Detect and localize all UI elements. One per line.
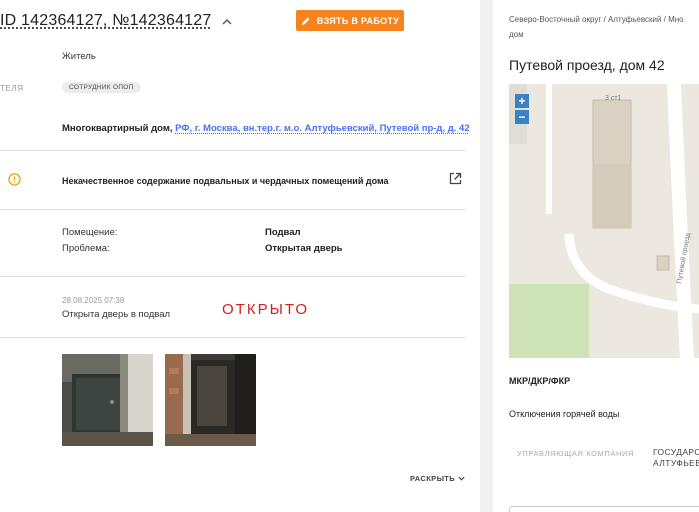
mkr-label: МКР/ДКР/ФКР (509, 376, 571, 386)
divider (0, 150, 466, 151)
detail-value-room: Подвал (265, 227, 301, 238)
photo-thumbnail-2[interactable] (165, 354, 256, 446)
category-text: Некачественное содержание подвальных и ч… (62, 176, 389, 186)
take-to-work-button[interactable]: ВЗЯТЬ В РАБОТУ (296, 10, 404, 31)
appeal-card: ID 142364127, №142364127 ВЗЯТЬ В РАБОТУ … (0, 0, 480, 512)
pencil-icon (301, 17, 310, 25)
expand-button[interactable]: РАСКРЫТЬ (410, 474, 465, 483)
panel-input-box[interactable] (509, 506, 699, 512)
detail-label-room: Помещение: (62, 227, 118, 238)
management-company-label: УПРАВЛЯЮЩАЯ КОМПАНИЯ (517, 449, 635, 458)
object-address: Многоквартирный дом, РФ, г. Москва, вн.т… (62, 123, 470, 134)
zoom-in-button[interactable]: + (515, 94, 529, 108)
applicant-badge: СОТРУДНИК ОПОП (62, 82, 141, 93)
divider (0, 337, 466, 338)
divider (0, 276, 466, 277)
appeal-id-text[interactable]: ID 142364127, №142364127 (0, 12, 211, 29)
chevron-down-icon (458, 476, 465, 481)
message-text: Открыта дверь в подвал (62, 309, 171, 320)
panel-title: Путевой проезд, дом 42 (509, 57, 665, 73)
management-company-value-line-1: ГОСУДАРС (653, 447, 699, 457)
photo-thumbnail-1[interactable] (62, 354, 153, 446)
detail-value-problem: Открытая дверь (265, 243, 343, 254)
management-company-value-line-2: АЛТУФЬЕВ (653, 458, 699, 468)
applicant-role: Житель (62, 51, 96, 62)
object-type: Многоквартирный дом, (62, 123, 173, 134)
warning-circle-icon (8, 173, 21, 186)
breadcrumb-line-1[interactable]: Северо-Восточный округ / Алтуфьевский / … (509, 12, 684, 27)
chevron-up-icon[interactable] (222, 13, 232, 28)
breadcrumb-line-2[interactable]: дом (509, 27, 684, 42)
map-view[interactable]: 3 ст1 Путевой проезд (509, 84, 699, 358)
map-building-label: 3 ст1 (605, 95, 622, 102)
status-label: ОТКРЫТО (222, 301, 310, 318)
address-panel: Северо-Восточный округ / Алтуфьевский / … (493, 0, 699, 512)
zoom-out-button[interactable]: − (515, 110, 529, 124)
appeal-id-header[interactable]: ID 142364127, №142364127 (0, 12, 232, 30)
take-to-work-label: ВЗЯТЬ В РАБОТУ (316, 15, 400, 26)
message-date: 28.08.2025 07:38 (62, 296, 125, 305)
breadcrumb[interactable]: Северо-Восточный округ / Алтуфьевский / … (509, 12, 684, 42)
applicant-row-label: ТЕЛЯ (0, 84, 24, 93)
detail-label-problem: Проблема: (62, 243, 110, 254)
hot-water-label: Отключения горячей воды (509, 409, 620, 419)
external-link-icon[interactable] (449, 172, 462, 185)
management-company-value: ГОСУДАРС АЛТУФЬЕВ (653, 447, 699, 469)
address-link[interactable]: РФ, г. Москва, вн.тер.г. м.о. Алтуфьевск… (175, 123, 469, 134)
divider (0, 209, 466, 210)
expand-label: РАСКРЫТЬ (410, 474, 456, 483)
